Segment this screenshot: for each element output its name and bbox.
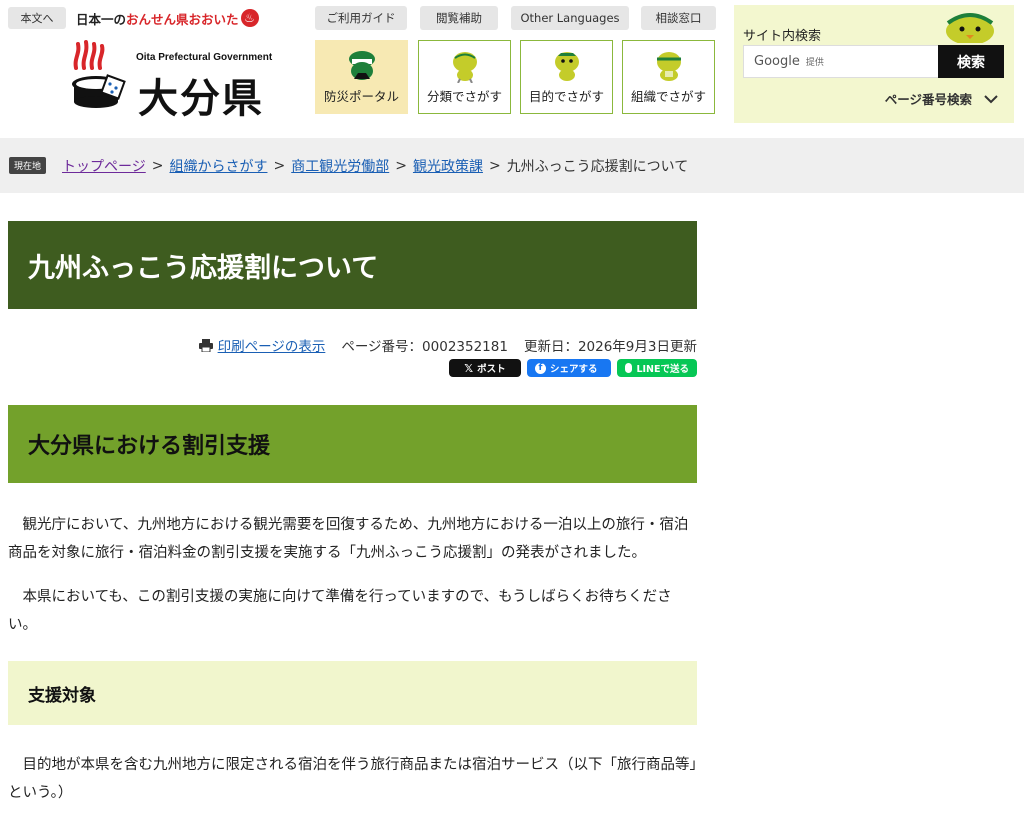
share-buttons: 𝕏 ポスト f シェアする LINEで送る xyxy=(8,359,697,379)
line-icon xyxy=(625,363,633,373)
section-heading: 大分県における割引支援 xyxy=(8,405,697,483)
body-paragraph: 観光庁において、九州地方における観光需要を回復するため、九州地方における一泊以上… xyxy=(8,517,689,561)
x-post-label: ポスト xyxy=(477,364,506,375)
site-header: 本文へ 日本一のおんせん県おおいた Oita Prefectural Gover… xyxy=(0,0,1024,130)
usage-guide-button[interactable]: ご利用ガイド xyxy=(315,6,407,30)
site-search-panel: サイト内検索 Google 提供 検索 ページ番号検索 xyxy=(734,5,1014,123)
mascot-category-icon xyxy=(452,52,477,83)
page-meta: 印刷ページの表示 ページ番号：0002352181 更新日：2026年9月3日更… xyxy=(8,335,697,355)
breadcrumb-link-division[interactable]: 観光政策課 xyxy=(413,156,483,176)
onsen-tagline: 日本一の おんせん県おおいた xyxy=(76,6,259,30)
breadcrumb-current-location-badge: 現在地 xyxy=(9,157,47,174)
onsen-highlight: おんせん県おおいた xyxy=(126,11,239,27)
page-number: ページ番号：0002352181 xyxy=(341,339,508,355)
nav-search-by-category[interactable]: 分類でさがす xyxy=(418,40,511,114)
accessibility-button[interactable]: 閲覧補助 xyxy=(420,6,498,30)
breadcrumb-link-department[interactable]: 商工観光労働部 xyxy=(291,156,389,176)
page-title: 九州ふっこう応援割について xyxy=(8,221,697,309)
logo-onsen-emblem-icon xyxy=(72,40,126,108)
breadcrumb-separator: > xyxy=(273,157,286,174)
consultation-button[interactable]: 相談窓口 xyxy=(641,6,716,30)
logo-japanese-name: 大分県 xyxy=(138,76,264,122)
page-number-search-toggle[interactable]: ページ番号検索 xyxy=(885,89,998,108)
search-provided-label: 提供 xyxy=(805,58,824,68)
breadcrumb-separator: > xyxy=(395,157,407,174)
x-logo-icon: 𝕏 xyxy=(464,361,474,375)
page-number-search-label: ページ番号検索 xyxy=(884,92,972,107)
search-engine-label: Google xyxy=(754,54,800,69)
onsen-prefix: 日本一の xyxy=(76,11,127,27)
mascot-helmet-icon xyxy=(348,51,375,80)
breadcrumb-separator: > xyxy=(151,157,164,174)
nav-tile-label: 分類でさがす xyxy=(426,89,502,104)
mascot-purpose-icon xyxy=(554,52,579,81)
printer-icon xyxy=(198,338,213,352)
subsection-heading: 支援対象 xyxy=(8,661,697,725)
main-content: 九州ふっこう応援割について 印刷ページの表示 ページ番号：0002352181 … xyxy=(8,221,697,807)
facebook-icon: f xyxy=(535,362,546,374)
nav-tile-label: 防災ポータル xyxy=(323,89,399,104)
mascot-organization-icon xyxy=(656,52,681,81)
nav-tile-label: 目的でさがす xyxy=(528,89,604,104)
x-post-button[interactable]: 𝕏 ポスト xyxy=(449,359,521,377)
logo-english-name: Oita Prefectural Government xyxy=(136,52,273,63)
updated-date: 更新日：2026年9月3日更新 xyxy=(523,339,697,355)
site-logo[interactable]: Oita Prefectural Government 大分県 xyxy=(70,40,280,122)
breadcrumb: 現在地 トップページ > 組織からさがす > 商工観光労働部 > 観光政策課 >… xyxy=(0,138,1024,193)
skip-to-content-button[interactable]: 本文へ xyxy=(8,7,66,29)
breadcrumb-link-top[interactable]: トップページ xyxy=(62,156,146,176)
facebook-share-label: シェアする xyxy=(550,364,598,375)
body-paragraph: 本県においても、この割引支援の実施に向けて準備を行っていますので、もうしばらくお… xyxy=(8,589,672,633)
search-input[interactable]: Google 提供 xyxy=(743,45,939,78)
facebook-share-button[interactable]: f シェアする xyxy=(527,359,611,377)
onsen-icon xyxy=(240,9,259,27)
mascot-search-icon xyxy=(946,13,994,43)
chevron-down-icon xyxy=(984,94,998,103)
other-languages-button[interactable]: Other Languages xyxy=(511,6,629,30)
body-paragraph: 目的地が本県を含む九州地方に限定される宿泊を伴う旅行商品または宿泊サービス（以下… xyxy=(8,757,697,801)
print-page-label: 印刷ページの表示 xyxy=(217,339,326,355)
print-page-link[interactable]: 印刷ページの表示 xyxy=(198,335,326,355)
line-share-button[interactable]: LINEで送る xyxy=(617,359,697,377)
nav-search-by-purpose[interactable]: 目的でさがす xyxy=(520,40,613,114)
nav-tile-label: 組織でさがす xyxy=(630,89,706,104)
breadcrumb-link-organization[interactable]: 組織からさがす xyxy=(169,156,267,176)
search-button[interactable]: 検索 xyxy=(938,45,1004,78)
breadcrumb-separator: > xyxy=(488,157,501,174)
line-share-label: LINEで送る xyxy=(636,364,689,375)
breadcrumb-current-page: 九州ふっこう応援割について xyxy=(506,158,689,175)
site-search-title: サイト内検索 xyxy=(743,29,822,44)
nav-disaster-portal[interactable]: 防災ポータル xyxy=(315,40,408,114)
nav-search-by-organization[interactable]: 組織でさがす xyxy=(622,40,715,114)
